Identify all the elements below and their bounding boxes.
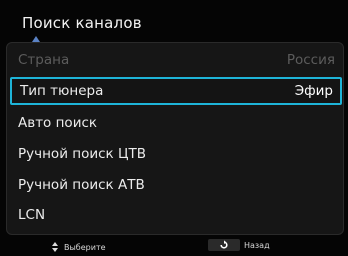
select-hint: Выберите xyxy=(52,241,106,253)
menu-item-label: Авто поиск xyxy=(18,115,98,131)
menu-item-manual-dtv-search[interactable]: Ручной поиск ЦТВ xyxy=(10,140,342,168)
tv-menu-screen: Поиск каналов Страна Россия Тип тюнера Э… xyxy=(0,0,348,256)
up-down-arrows-icon xyxy=(52,241,58,253)
menu-item-label: LCN xyxy=(18,207,46,223)
menu-item-tuner-type[interactable]: Тип тюнера Эфир xyxy=(10,77,342,105)
menu-panel: Страна Россия Тип тюнера Эфир Авто поиск… xyxy=(6,42,344,235)
menu-item-label: Тип тюнера xyxy=(20,83,104,99)
footer-hints: Выберите Назад xyxy=(0,236,348,256)
page-title: Поиск каналов xyxy=(22,14,142,32)
menu-item-label: Ручной поиск ЦТВ xyxy=(18,146,146,162)
menu-item-manual-atv-search[interactable]: Ручной поиск АТВ xyxy=(10,171,342,199)
menu-item-value: Россия xyxy=(286,52,335,68)
back-hint-label: Назад xyxy=(244,240,270,250)
menu-item-value: Эфир xyxy=(294,83,333,99)
back-hint: Назад xyxy=(208,239,270,251)
back-return-icon xyxy=(220,240,228,249)
select-hint-label: Выберите xyxy=(64,242,106,252)
menu-item-lcn[interactable]: LCN xyxy=(10,201,342,229)
menu-item-auto-search[interactable]: Авто поиск xyxy=(10,109,342,137)
menu-item-label: Страна xyxy=(18,52,70,68)
back-key[interactable] xyxy=(208,239,240,251)
menu-item-label: Ручной поиск АТВ xyxy=(18,177,145,193)
menu-item-country: Страна Россия xyxy=(10,46,342,74)
